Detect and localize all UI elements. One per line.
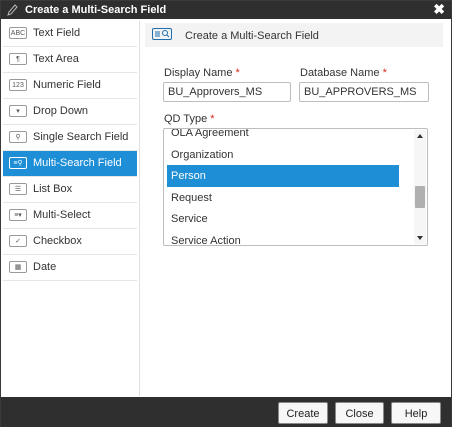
sidebar-item-date[interactable]: ▦ Date [3,255,137,281]
panel-title: Create a Multi-Search Field [185,30,319,42]
sidebar-item-label: Multi-Search Field [33,157,122,169]
close-icon[interactable]: ✖ [433,1,445,18]
field-type-sidebar: ABC Text Field ¶ Text Area 123 Numeric Field ▾… [3,21,137,281]
title-bar: Create a Multi-Search Field ✖ [1,1,451,19]
sidebar-item-checkbox[interactable]: ✓ Checkbox [3,229,137,255]
help-button[interactable]: Help [391,402,441,424]
qd-type-label: QD Type * [164,113,215,125]
qd-type-label-text: QD Type [164,113,208,125]
required-mark: * [235,67,240,79]
numeric-field-icon: 123 [9,79,27,91]
date-icon: ▦ [9,261,27,273]
multi-search-icon [152,28,172,40]
multi-select-icon: ≡▾ [9,209,27,221]
database-name-label: Database Name * [300,67,387,79]
sidebar-item-label: Text Area [33,53,79,65]
close-button[interactable]: Close [335,402,384,424]
scroll-up-icon[interactable] [417,134,423,138]
multi-search-icon: ≡⚲ [9,157,27,169]
sidebar-item-text-field[interactable]: ABC Text Field [3,21,137,47]
sidebar-item-label: Drop Down [33,105,89,117]
window-title: Create a Multi-Search Field [25,4,167,16]
list-box-icon: ☰ [9,183,27,195]
text-area-icon: ¶ [9,53,27,65]
single-search-icon: ⚲ [9,131,27,143]
qd-type-option[interactable]: OLA Agreement [167,129,399,144]
sidebar-item-numeric-field[interactable]: 123 Numeric Field [3,73,137,99]
scroll-down-icon[interactable] [417,236,423,240]
sidebar-item-label: List Box [33,183,73,195]
qd-type-option[interactable]: Request [167,187,399,209]
database-name-input[interactable] [299,82,429,102]
scrollbar-thumb[interactable] [415,186,425,208]
sidebar-item-multi-select[interactable]: ≡▾ Multi-Select [3,203,137,229]
listbox-scrollbar[interactable] [414,130,426,244]
qd-type-option[interactable]: Organization [167,144,399,166]
display-name-label-text: Display Name [164,67,233,79]
sidebar-item-single-search-field[interactable]: ⚲ Single Search Field [3,125,137,151]
sidebar-item-label: Multi-Select [33,209,91,221]
dialog: Create a Multi-Search Field ✖ ABC Text Fi… [0,0,452,427]
sidebar-item-label: Date [33,261,57,273]
required-mark: * [210,113,215,125]
sidebar-item-label: Checkbox [33,235,82,247]
create-button[interactable]: Create [278,402,328,424]
panel-header: Create a Multi-Search Field [145,23,443,47]
checkbox-icon: ✓ [9,235,27,247]
drop-down-icon: ▾ [9,105,27,117]
sidebar-item-list-box[interactable]: ☰ List Box [3,177,137,203]
sidebar-item-label: Text Field [33,27,81,39]
sidebar-item-label: Numeric Field [33,79,101,91]
qd-type-option[interactable]: Service [167,208,399,230]
qd-type-option[interactable]: Service Action [167,230,399,246]
sidebar-item-multi-search-field[interactable]: ≡⚲ Multi-Search Field [3,151,137,177]
dialog-footer: Create Close Help [1,397,451,427]
qd-type-option[interactable]: Person [167,165,399,187]
pencil-icon [7,4,18,16]
sidebar-item-label: Single Search Field [33,131,129,143]
divider [139,21,140,396]
display-name-input[interactable] [163,82,291,102]
sidebar-item-drop-down[interactable]: ▾ Drop Down [3,99,137,125]
required-mark: * [382,67,387,79]
database-name-label-text: Database Name [300,67,380,79]
qd-type-listbox[interactable]: Service Action Service Request Person Organi… [163,128,428,246]
display-name-label: Display Name * [164,67,240,79]
sidebar-item-text-area[interactable]: ¶ Text Area [3,47,137,73]
text-field-icon: ABC [9,27,27,39]
